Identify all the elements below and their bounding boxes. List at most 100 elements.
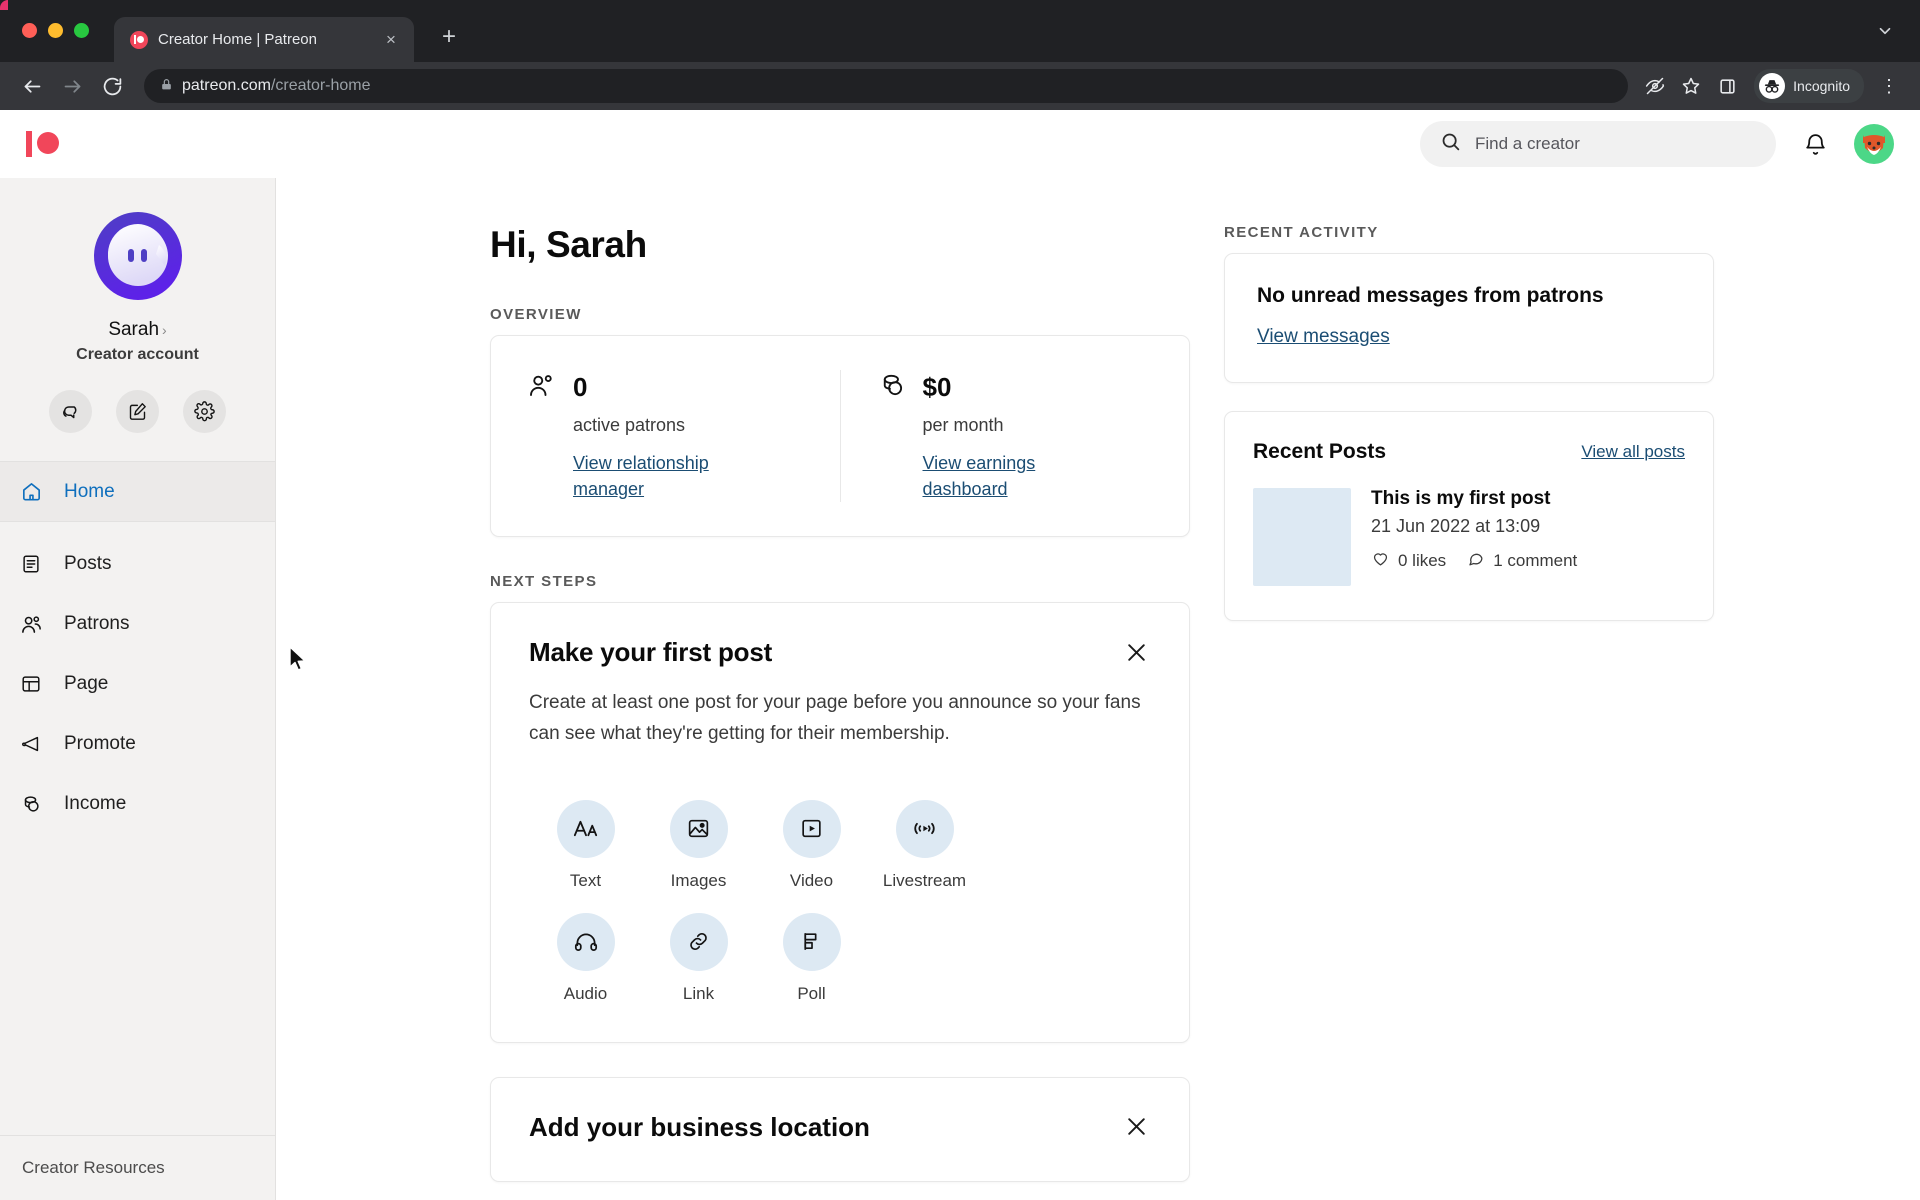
- search-input[interactable]: Find a creator: [1420, 121, 1776, 167]
- sidebar: Sarah › Creator account Home Posts Patro…: [0, 178, 276, 1200]
- view-all-posts-link[interactable]: View all posts: [1581, 442, 1685, 462]
- livestream-icon: [895, 799, 954, 858]
- url-domain: patreon.com: [182, 77, 271, 94]
- main-left-column: Hi, Sarah OVERVIEW 0 active patrons View…: [490, 224, 1190, 1182]
- user-avatar[interactable]: [1854, 124, 1894, 164]
- sidebar-item-income[interactable]: Income: [0, 774, 275, 834]
- compose-icon[interactable]: [116, 390, 159, 433]
- post-type-images[interactable]: Images: [642, 799, 755, 891]
- sidebar-item-posts[interactable]: Posts: [0, 534, 275, 594]
- window-controls[interactable]: [22, 23, 89, 38]
- address-bar[interactable]: patreon.com/creator-home: [144, 69, 1629, 103]
- post-type-link[interactable]: Link: [642, 912, 755, 1004]
- post-date: 21 Jun 2022 at 13:09: [1371, 516, 1541, 536]
- browser-menu-button[interactable]: ⋮: [1876, 71, 1902, 101]
- post-comments: 1 comment: [1466, 549, 1577, 573]
- sidebar-item-promote[interactable]: Promote: [0, 714, 275, 774]
- close-icon[interactable]: [1121, 1112, 1151, 1142]
- card-title: No unread messages from patrons: [1257, 284, 1604, 307]
- comments-count: 1 comment: [1493, 551, 1578, 570]
- link-icon: [669, 912, 728, 971]
- post-likes: 0 likes: [1371, 549, 1446, 573]
- bookmark-star-icon[interactable]: [1676, 71, 1706, 101]
- unread-messages-card: No unread messages from patrons View mes…: [1224, 253, 1714, 383]
- view-earnings-dashboard-link[interactable]: View earnings dashboard: [923, 450, 1103, 502]
- post-type-label: Text: [569, 870, 602, 890]
- chevron-down-icon[interactable]: [1876, 22, 1894, 45]
- browser-tab[interactable]: Creator Home | Patreon ×: [114, 17, 414, 62]
- post-type-label: Images: [670, 870, 727, 890]
- post-type-label: Livestream: [882, 870, 967, 890]
- sidebar-item-home[interactable]: Home: [0, 462, 275, 522]
- post-type-audio[interactable]: Audio: [529, 912, 642, 1004]
- maximize-window-button[interactable]: [74, 23, 89, 38]
- ghost-avatar[interactable]: [92, 210, 184, 302]
- close-icon[interactable]: [1121, 637, 1151, 667]
- card-title: Recent Posts: [1253, 440, 1387, 463]
- patreon-logo-icon[interactable]: [26, 131, 66, 157]
- browser-toolbar: patreon.com/creator-home Incognito ⋮: [0, 62, 1920, 110]
- chevron-right-icon: ›: [162, 322, 167, 338]
- list-item[interactable]: This is my first post 21 Jun 2022 at 13:…: [1253, 488, 1685, 586]
- post-type-poll[interactable]: Poll: [755, 912, 868, 1004]
- notifications-bell-icon[interactable]: [1798, 127, 1832, 161]
- browser-window: Creator Home | Patreon × + patreon.com/c…: [0, 0, 1920, 1200]
- side-panel-icon[interactable]: [1712, 71, 1742, 101]
- incognito-profile-chip[interactable]: Incognito: [1754, 69, 1864, 103]
- new-tab-button[interactable]: +: [434, 22, 464, 52]
- post-type-label: Audio: [563, 983, 608, 1003]
- overview-section-label: OVERVIEW: [490, 306, 582, 323]
- monthly-earnings-caption: per month: [922, 415, 1004, 435]
- page-content: Find a creator Sarah › Creator account H…: [0, 110, 1920, 1200]
- back-button[interactable]: [14, 68, 50, 104]
- messages-icon[interactable]: [49, 390, 92, 433]
- url-path: /creator-home: [270, 77, 371, 94]
- close-tab-icon[interactable]: ×: [380, 29, 402, 51]
- card-body-text: Create at least one post for your page b…: [529, 692, 1141, 744]
- page-title: Hi, Sarah: [490, 224, 647, 265]
- likes-count: 0 likes: [1398, 551, 1447, 570]
- home-icon: [18, 480, 44, 503]
- main-content: Hi, Sarah OVERVIEW 0 active patrons View…: [276, 178, 1920, 1200]
- sidebar-quick-actions: [0, 390, 275, 433]
- sidebar-item-page[interactable]: Page: [0, 654, 275, 714]
- posts-icon: [18, 553, 44, 575]
- creator-resources-link[interactable]: Creator Resources: [0, 1135, 275, 1200]
- settings-gear-icon[interactable]: [183, 390, 226, 433]
- search-placeholder: Find a creator: [1475, 134, 1580, 153]
- minimize-window-button[interactable]: [48, 23, 63, 38]
- patrons-icon: [18, 613, 44, 636]
- close-window-button[interactable]: [22, 23, 37, 38]
- overview-card: 0 active patrons View relationship manag…: [490, 335, 1190, 538]
- profile-name-text: Sarah: [108, 319, 160, 340]
- income-coins-icon: [18, 793, 44, 815]
- overview-patrons-stat: 0 active patrons View relationship manag…: [491, 370, 840, 502]
- tracking-protection-icon[interactable]: [1640, 71, 1670, 101]
- monthly-earnings-amount: $0: [922, 372, 952, 402]
- view-messages-link[interactable]: View messages: [1257, 326, 1390, 348]
- sidebar-item-label: Home: [64, 480, 115, 502]
- make-first-post-card: Make your first post Create at least one…: [490, 602, 1190, 1043]
- post-type-options: Text Images Video Livestream Audio Link …: [529, 778, 1049, 1004]
- active-patrons-count: 0: [573, 372, 588, 402]
- next-steps-section-label: NEXT STEPS: [490, 573, 598, 591]
- view-relationship-manager-link[interactable]: View relationship manager: [573, 450, 753, 502]
- post-type-video[interactable]: Video: [755, 799, 868, 891]
- comment-icon: [1466, 549, 1485, 573]
- site-header: Find a creator: [0, 110, 1920, 178]
- browser-tabstrip: Creator Home | Patreon × +: [0, 0, 1920, 62]
- sidebar-profile[interactable]: Sarah › Creator account: [0, 178, 275, 462]
- sidebar-item-label: Page: [64, 673, 109, 694]
- post-type-text[interactable]: Text: [529, 799, 642, 891]
- sidebar-item-patrons[interactable]: Patrons: [0, 594, 275, 654]
- heart-icon: [1371, 549, 1390, 573]
- reload-button[interactable]: [94, 68, 130, 104]
- page-icon: [18, 673, 44, 695]
- profile-name[interactable]: Sarah ›: [0, 319, 275, 341]
- forward-button[interactable]: [54, 68, 90, 104]
- sidebar-nav: Home Posts Patrons Page Promote Income: [0, 462, 275, 834]
- post-type-label: Poll: [797, 983, 826, 1003]
- overview-earnings-stat: $0 per month View earnings dashboard: [839, 370, 1190, 503]
- incognito-label: Incognito: [1793, 78, 1850, 94]
- post-type-livestream[interactable]: Livestream: [868, 799, 981, 891]
